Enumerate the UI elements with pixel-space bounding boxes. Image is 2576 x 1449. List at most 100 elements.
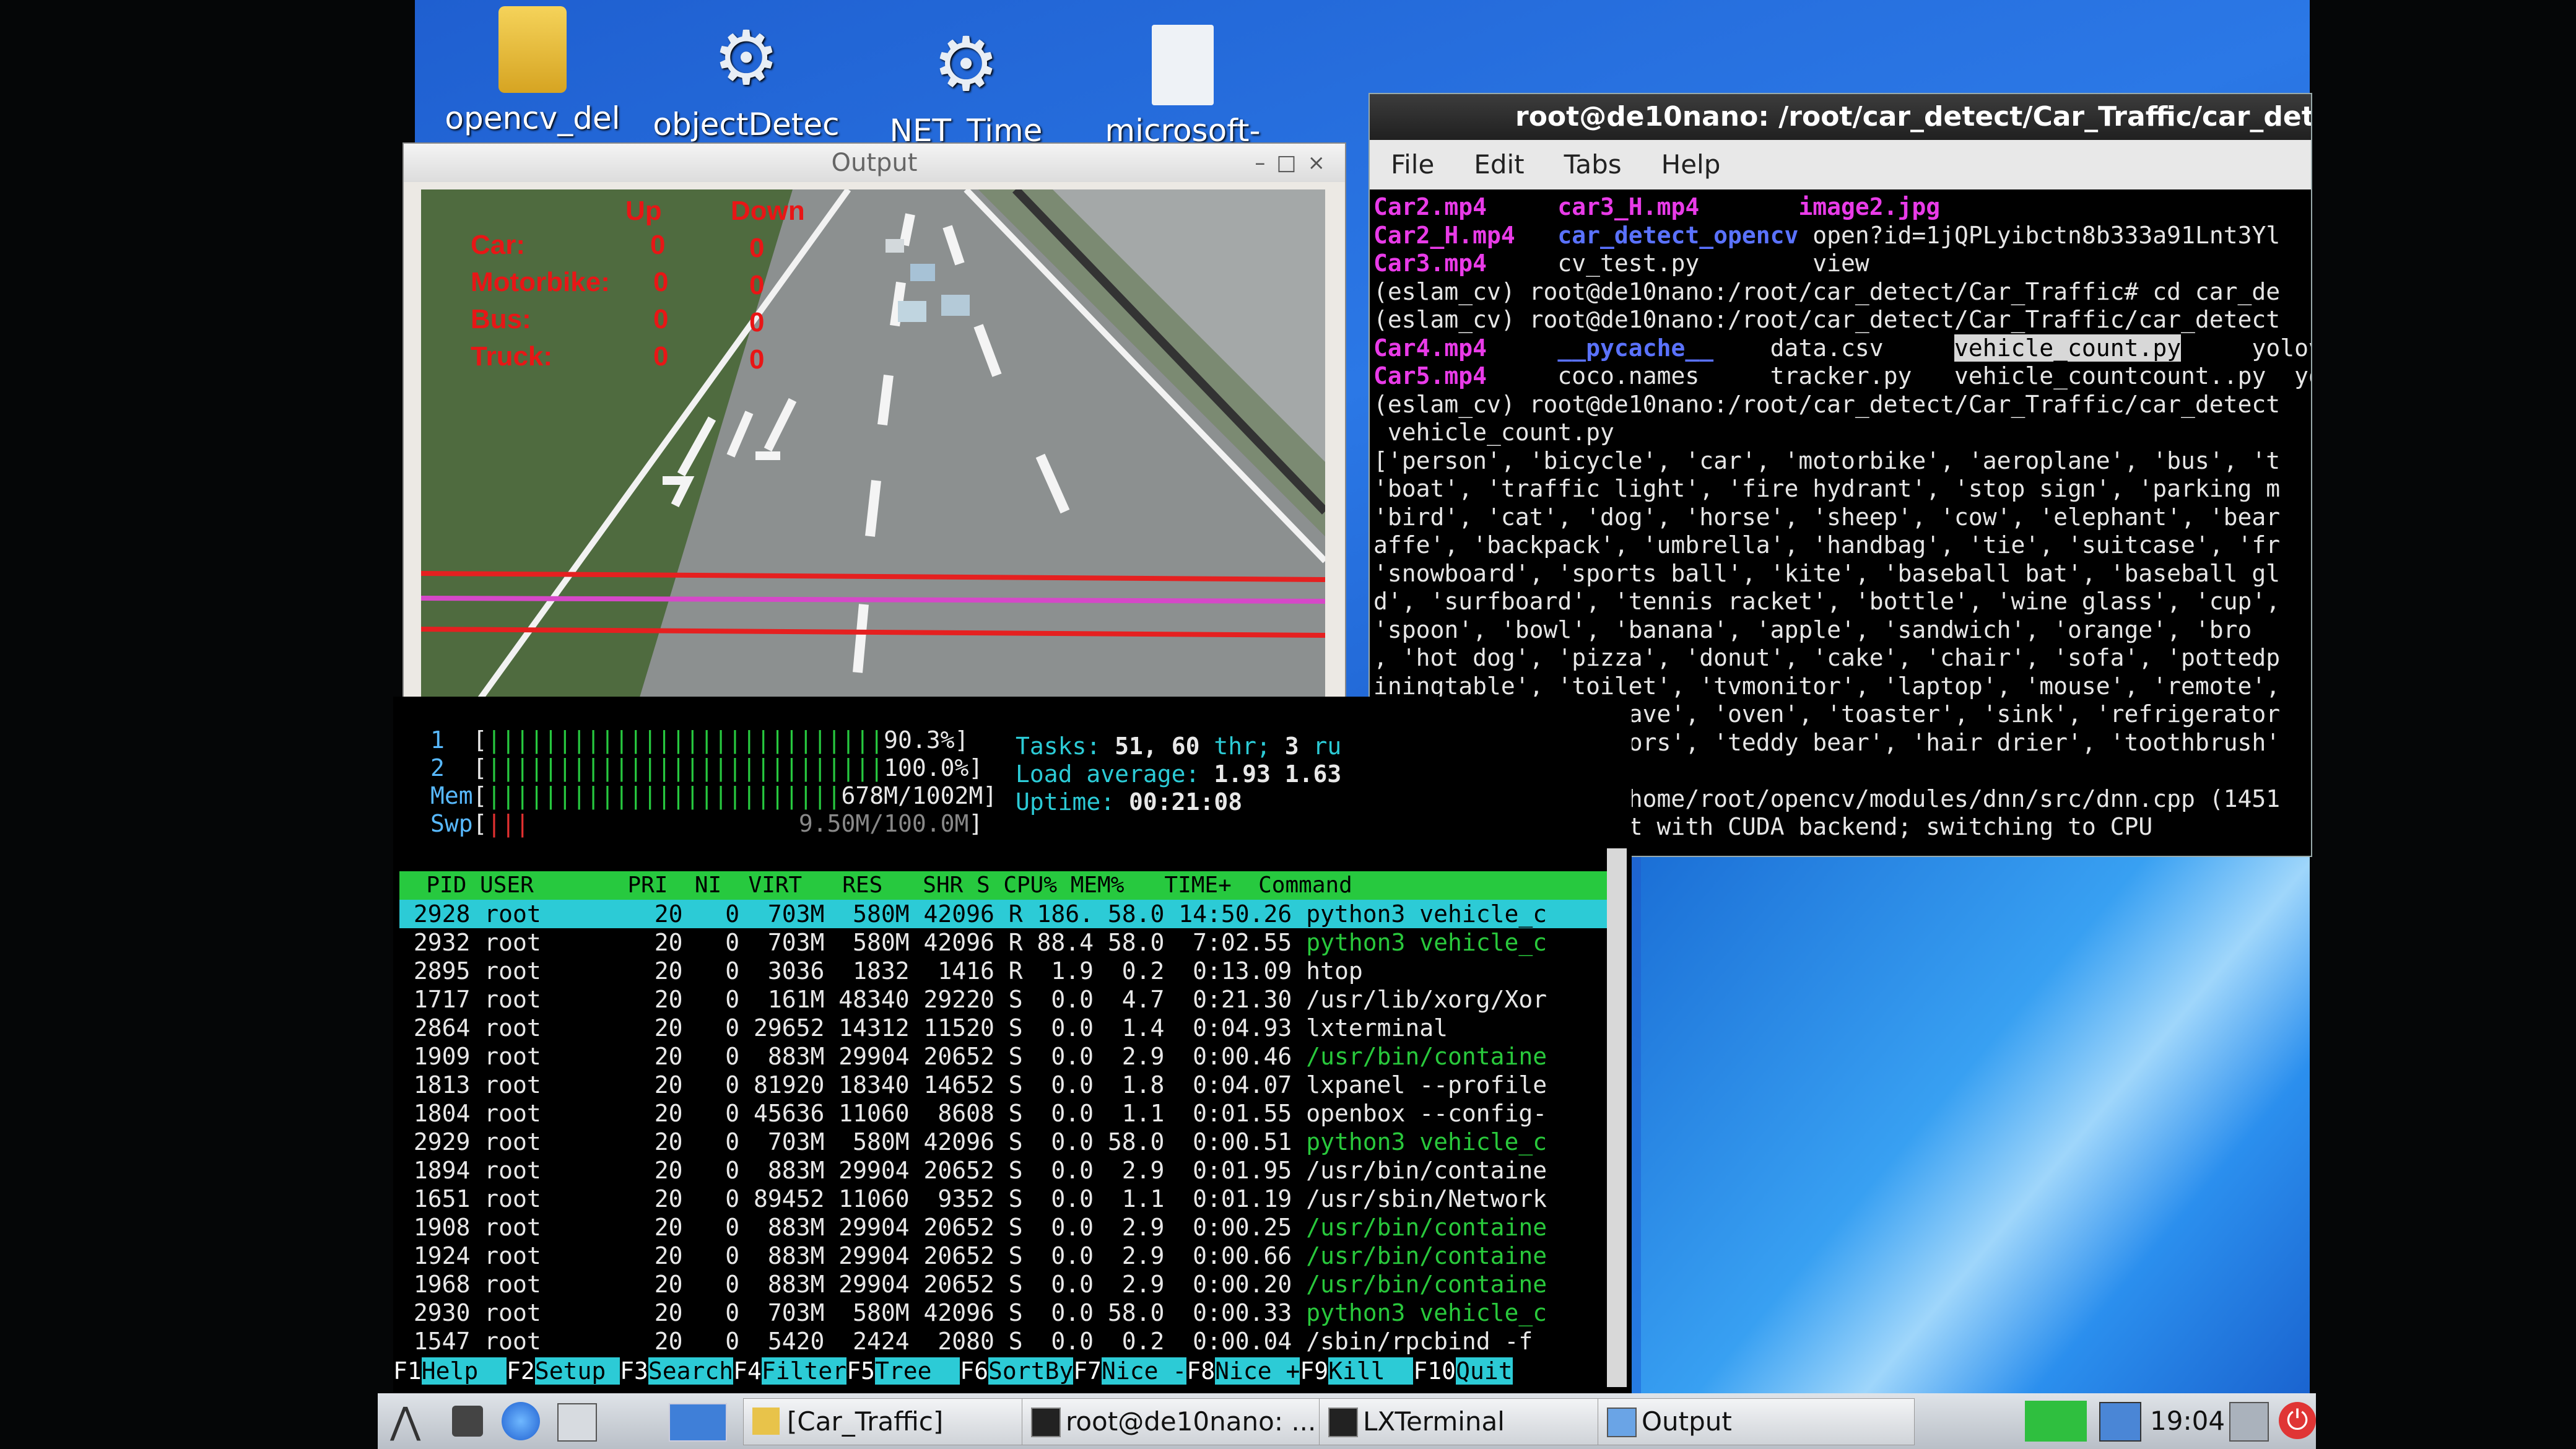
terminal-icon [1031, 1408, 1061, 1437]
cpu1-pct: 90.3% [884, 726, 955, 754]
desktop-icon-opencv[interactable]: opencv_del [427, 6, 638, 136]
terminal-line: 'bird', 'cat', 'dog', 'horse', 'sheep', … [1373, 503, 2311, 532]
process-row[interactable]: 1968 root 20 0 883M 29904 20652 S 0.0 2.… [399, 1270, 1607, 1299]
terminal-line: Car2.mp4 car3_H.mp4 image2.jpg [1373, 193, 2311, 222]
taskbar-item-label: root@de10nano: ... [1066, 1406, 1316, 1437]
process-table-header[interactable]: PID USER PRI NI VIRT RES SHR S CPU% MEM%… [399, 871, 1607, 900]
fkey-f5[interactable]: F5 [846, 1357, 875, 1385]
fkey-label[interactable]: Kill [1328, 1357, 1414, 1385]
terminal-icon [1328, 1408, 1358, 1437]
process-fields: 2929 root 20 0 703M 580M 42096 S 0.0 58.… [399, 1128, 1307, 1155]
process-row[interactable]: 2932 root 20 0 703M 580M 42096 R 88.4 58… [399, 928, 1607, 957]
fkey-f6[interactable]: F6 [960, 1357, 988, 1385]
scrollbar[interactable] [1607, 848, 1627, 1387]
fkey-f8[interactable]: F8 [1186, 1357, 1215, 1385]
fkey-f9[interactable]: F9 [1300, 1357, 1328, 1385]
maximize-icon[interactable]: □ [1276, 150, 1307, 175]
load-line: Load average: 1.93 1.63 [1016, 760, 1341, 788]
process-row[interactable]: 1717 root 20 0 161M 48340 29220 S 0.0 4.… [399, 985, 1607, 1014]
process-command: python3 vehicle_c [1306, 929, 1547, 956]
lock-screen-icon[interactable] [2229, 1402, 2269, 1442]
menu-tabs[interactable]: Tabs [1564, 149, 1622, 180]
cpu2-pct: 100.0% [884, 754, 969, 781]
terminal-text: coco.names tracker.py vehicle_countcount… [1557, 362, 2311, 389]
fkey-label[interactable]: Quit [1456, 1357, 1513, 1385]
process-row[interactable]: 1908 root 20 0 883M 29904 20652 S 0.0 2.… [399, 1213, 1607, 1242]
fkey-label[interactable]: Tree [874, 1357, 960, 1385]
overlay-car-label: Car: [471, 230, 526, 260]
terminal-title: root@de10nano: /root/car_detect/Car_Traf… [1515, 101, 2311, 133]
process-row[interactable]: 1813 root 20 0 81920 18340 14652 S 0.0 1… [399, 1071, 1607, 1099]
process-row[interactable]: 1924 root 20 0 883M 29904 20652 S 0.0 2.… [399, 1242, 1607, 1270]
terminal-line: affe', 'backpack', 'umbrella', 'handbag'… [1373, 531, 2311, 560]
process-row[interactable]: 2895 root 20 0 3036 1832 1416 R 1.9 0.2 … [399, 957, 1607, 985]
fkey-f1[interactable]: F1 [393, 1357, 422, 1385]
desktop-icon-objectdetec[interactable]: ⚙ objectDetec [641, 19, 851, 143]
process-fields: 2930 root 20 0 703M 580M 42096 S 0.0 58.… [399, 1299, 1307, 1326]
browser-icon[interactable] [502, 1402, 540, 1440]
output-titlebar[interactable]: Output –□× [404, 144, 1345, 182]
network-icon[interactable] [2099, 1402, 2141, 1442]
process-row[interactable]: 2928 root 20 0 703M 580M 42096 R 186. 58… [399, 900, 1607, 928]
process-row[interactable]: 2930 root 20 0 703M 580M 42096 S 0.0 58.… [399, 1299, 1607, 1327]
process-row[interactable]: 2864 root 20 0 29652 14312 11520 S 0.0 1… [399, 1014, 1607, 1042]
desktop-screen: { "desktop": { "icons": [ {"label":"open… [0, 0, 2576, 1449]
process-fields: 2928 root 20 0 703M 580M 42096 R 186. 58… [399, 900, 1307, 928]
process-row[interactable]: 1909 root 20 0 883M 29904 20652 S 0.0 2.… [399, 1042, 1607, 1071]
terminal-text: Car2_H.mp4 [1373, 221, 1558, 249]
folder-icon [498, 6, 567, 93]
terminal-text: 'snowboard', 'sports ball', 'kite', 'bas… [1373, 559, 2281, 587]
terminal-text: yolov [2181, 334, 2311, 362]
fkey-label[interactable]: Nice + [1215, 1357, 1300, 1385]
fkey-label[interactable]: Setup [534, 1357, 620, 1385]
fkey-f10[interactable]: F10 [1413, 1357, 1456, 1385]
taskbar-item-car-traffic[interactable]: [Car_Traffic] [743, 1398, 1054, 1445]
fkey-label[interactable]: Help [421, 1357, 507, 1385]
cpu-monitor-icon[interactable] [2025, 1401, 2087, 1442]
load1: 1.93 [1214, 760, 1271, 788]
close-icon[interactable]: × [1308, 150, 1337, 175]
overlay-bus-up: 0 [653, 304, 669, 334]
file-manager-icon[interactable] [557, 1403, 597, 1442]
process-row[interactable]: 1547 root 20 0 5420 2424 2080 S 0.0 0.2 … [399, 1327, 1607, 1355]
process-table[interactable]: 2928 root 20 0 703M 580M 42096 R 186. 58… [399, 900, 1607, 1355]
power-icon[interactable]: ⏻ [2279, 1402, 2316, 1439]
terminal-line: (eslam_cv) root@de10nano:/root/car_detec… [1373, 391, 2311, 419]
process-fields: 1804 root 20 0 45636 11060 8608 S 0.0 1.… [399, 1100, 1307, 1127]
fkey-f4[interactable]: F4 [733, 1357, 762, 1385]
menu-edit[interactable]: Edit [1474, 149, 1524, 180]
fkey-f2[interactable]: F2 [507, 1357, 535, 1385]
start-menu-icon[interactable]: ⋀ [390, 1399, 433, 1443]
desktop-pager-icon[interactable] [669, 1403, 727, 1442]
process-fields: 1968 root 20 0 883M 29904 20652 S 0.0 2.… [399, 1271, 1307, 1298]
desktop-icon-microsoft[interactable]: microsoft- [1077, 25, 1288, 149]
process-row[interactable]: 1894 root 20 0 883M 29904 20652 S 0.0 2.… [399, 1156, 1607, 1185]
terminal-text: 'boat', 'traffic light', 'fire hydrant',… [1373, 475, 2281, 502]
process-row[interactable]: 2929 root 20 0 703M 580M 42096 S 0.0 58.… [399, 1128, 1607, 1156]
taskbar-item-lxterminal[interactable]: LXTerminal [1319, 1398, 1630, 1445]
terminal-line: Car5.mp4 coco.names tracker.py vehicle_c… [1373, 362, 2311, 391]
taskbar-item-output[interactable]: Output [1598, 1398, 1915, 1445]
show-desktop-icon[interactable] [452, 1406, 483, 1437]
desktop-icon-net-time[interactable]: ⚙ NET_Time [861, 25, 1071, 149]
output-window[interactable]: Output –□× Up Down Car: 0 0 Motorbike: 0… [402, 142, 1346, 715]
fkey-f7[interactable]: F7 [1073, 1357, 1102, 1385]
menu-file[interactable]: File [1391, 149, 1434, 180]
process-row[interactable]: 1804 root 20 0 45636 11060 8608 S 0.0 1.… [399, 1099, 1607, 1128]
fkey-label[interactable]: Filter [761, 1357, 847, 1385]
window-controls[interactable]: –□× [1255, 144, 1336, 182]
taskbar-item-root-terminal[interactable]: root@de10nano: ... [1022, 1398, 1351, 1445]
minimize-icon[interactable]: – [1255, 150, 1276, 175]
fkey-label[interactable]: Nice - [1102, 1357, 1187, 1385]
fkey-label[interactable]: Search [648, 1357, 734, 1385]
process-command: python3 vehicle_c [1306, 1299, 1547, 1326]
htop-panel[interactable]: 1 [||||||||||||||||||||||||||||90.3%] 2 … [393, 697, 1632, 1393]
terminal-line: Car4.mp4 __pycache__ data.csv vehicle_co… [1373, 334, 2311, 363]
terminal-titlebar[interactable]: root@de10nano: /root/car_detect/Car_Traf… [1370, 94, 2311, 140]
menu-help[interactable]: Help [1661, 149, 1721, 180]
process-command: /usr/bin/containe [1306, 1214, 1547, 1241]
clock[interactable]: 19:04 [2150, 1398, 2225, 1444]
fkey-f3[interactable]: F3 [620, 1357, 648, 1385]
process-row[interactable]: 1651 root 20 0 89452 11060 9352 S 0.0 1.… [399, 1185, 1607, 1213]
fkey-label[interactable]: SortBy [988, 1357, 1074, 1385]
